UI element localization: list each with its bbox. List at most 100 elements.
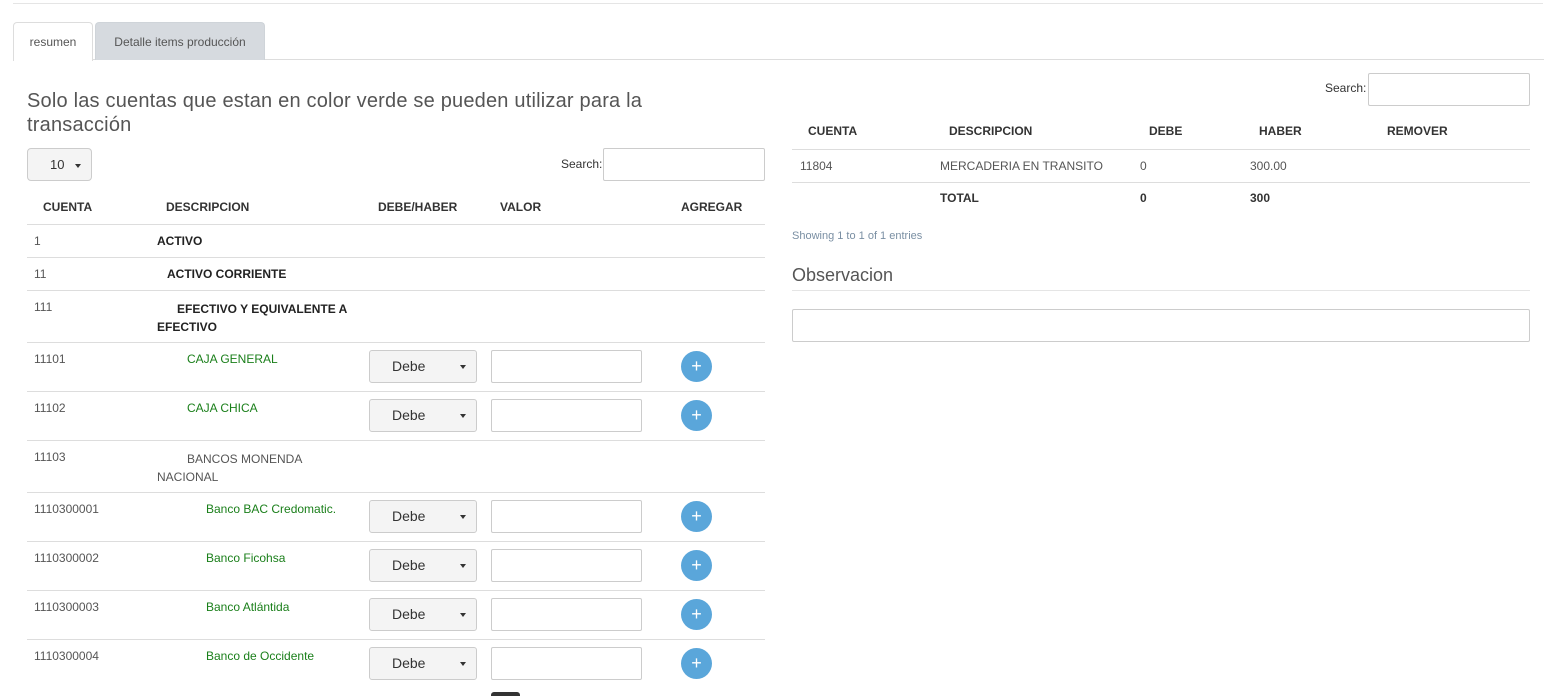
value-input[interactable] xyxy=(491,647,642,680)
caret-down-icon xyxy=(460,564,466,568)
caret-down-icon xyxy=(75,163,82,168)
tab-detalle-items[interactable]: Detalle items producción xyxy=(95,22,265,60)
transaction-search-input[interactable] xyxy=(1368,73,1530,106)
caret-down-icon xyxy=(460,365,466,369)
observacion-input[interactable] xyxy=(792,309,1530,342)
debe-haber-value: Debe xyxy=(392,606,426,622)
add-button[interactable]: + xyxy=(681,501,712,532)
account-description: CAJA CHICA xyxy=(187,401,258,415)
page-length-select[interactable]: 10 xyxy=(27,148,92,181)
caret-down-icon xyxy=(460,613,466,617)
col-descripcion: DESCRIPCION xyxy=(949,124,1033,138)
accounts-table: CUENTA DESCRIPCION DEBE/HABER VALOR AGRE… xyxy=(27,190,765,689)
accounts-search-label: Search: xyxy=(561,157,603,171)
row-cuenta: 11804 xyxy=(800,159,833,173)
col-debe-haber: DEBE/HABER xyxy=(378,200,458,214)
tab-bar: resumen Detalle items producción xyxy=(13,22,1544,61)
top-divider xyxy=(13,3,1543,4)
tab-resumen[interactable]: resumen xyxy=(13,22,93,61)
total-debe: 0 xyxy=(1140,191,1147,205)
value-input[interactable] xyxy=(491,549,642,582)
table-row: 1110300004 Banco de Occidente Debe + xyxy=(27,640,765,689)
account-description: ACTIVO CORRIENTE xyxy=(167,267,287,281)
value-input[interactable] xyxy=(491,500,642,533)
accounts-table-header: CUENTA DESCRIPCION DEBE/HABER VALOR AGRE… xyxy=(27,190,765,225)
debe-haber-select[interactable]: Debe xyxy=(369,399,477,432)
account-code: 11103 xyxy=(34,450,66,464)
row-debe: 0 xyxy=(1140,159,1147,173)
debe-haber-select[interactable]: Debe xyxy=(369,549,477,582)
account-description: Banco Atlántida xyxy=(206,600,290,614)
account-code: 1110300001 xyxy=(34,502,99,516)
col-debe: DEBE xyxy=(1149,124,1183,138)
debe-haber-value: Debe xyxy=(392,358,426,374)
col-agregar: AGREGAR xyxy=(681,200,743,214)
table-row: 1110300003 Banco Atlántida Debe + xyxy=(27,591,765,640)
account-code: 111 xyxy=(34,300,53,314)
account-description: Banco de Occidente xyxy=(206,649,315,663)
add-button[interactable]: + xyxy=(681,400,712,431)
add-button[interactable]: + xyxy=(681,648,712,679)
col-haber: HABER xyxy=(1259,124,1302,138)
add-button[interactable]: + xyxy=(681,351,712,382)
account-code: 1110300003 xyxy=(34,600,99,614)
transaction-search-label: Search: xyxy=(1325,81,1367,95)
debe-haber-value: Debe xyxy=(392,557,426,573)
col-valor: VALOR xyxy=(500,200,542,214)
row-haber: 300.00 xyxy=(1250,159,1287,173)
account-code: 11 xyxy=(34,267,47,281)
observacion-title: Observacion xyxy=(792,265,894,285)
account-description: ACTIVO xyxy=(157,234,203,248)
account-description: Banco Ficohsa xyxy=(206,551,286,565)
table-row: 1110300002 Banco Ficohsa Debe + xyxy=(27,542,765,591)
table-row: 1110300001 Banco BAC Credomatic. Debe + xyxy=(27,493,765,542)
total-row: TOTAL 0 300 xyxy=(792,183,1530,215)
accounts-notice: Solo las cuentas que estan en color verd… xyxy=(27,90,643,136)
page-length-value: 10 xyxy=(50,157,65,172)
table-row: 1 ACTIVO xyxy=(27,225,765,258)
account-description: BANCOS MONENDA NACIONAL xyxy=(157,452,302,484)
debe-haber-select[interactable]: Debe xyxy=(369,647,477,680)
total-label: TOTAL xyxy=(940,191,979,205)
value-input[interactable] xyxy=(491,598,642,631)
table-row: 11102 CAJA CHICA Debe + xyxy=(27,392,765,441)
transaction-table: CUENTA DESCRIPCION DEBE HABER REMOVER 11… xyxy=(792,116,1530,215)
table-row: 11101 CAJA GENERAL Debe + xyxy=(27,343,765,392)
table-row: 11804 MERCADERIA EN TRANSITO 0 300.00 xyxy=(792,150,1530,183)
value-input[interactable] xyxy=(491,399,642,432)
account-description: CAJA GENERAL xyxy=(187,352,278,366)
account-description: Banco BAC Credomatic. xyxy=(206,502,337,516)
col-descripcion: DESCRIPCION xyxy=(166,200,250,214)
col-cuenta: CUENTA xyxy=(43,200,93,214)
table-row: 11103 BANCOS MONENDA NACIONAL xyxy=(27,441,765,493)
account-code: 11101 xyxy=(34,352,66,366)
caret-down-icon xyxy=(460,414,466,418)
account-code: 1 xyxy=(34,234,41,248)
table-info: Showing 1 to 1 of 1 entries xyxy=(792,230,923,242)
value-input[interactable] xyxy=(491,350,642,383)
account-code: 1110300004 xyxy=(34,649,99,663)
accounts-search-input[interactable] xyxy=(603,148,765,181)
account-description: EFECTIVO Y EQUIVALENTE A EFECTIVO xyxy=(157,302,347,334)
transaction-table-header: CUENTA DESCRIPCION DEBE HABER REMOVER xyxy=(792,116,1530,150)
debe-haber-value: Debe xyxy=(392,508,426,524)
row-descripcion: MERCADERIA EN TRANSITO xyxy=(940,159,1103,173)
col-cuenta: CUENTA xyxy=(808,124,858,138)
debe-haber-select[interactable]: Debe xyxy=(369,598,477,631)
add-button[interactable]: + xyxy=(681,550,712,581)
debe-haber-value: Debe xyxy=(392,407,426,423)
debe-haber-select[interactable]: Debe xyxy=(369,500,477,533)
observacion-divider xyxy=(792,290,1530,291)
col-remover: REMOVER xyxy=(1387,124,1448,138)
account-code: 11102 xyxy=(34,401,66,415)
caret-down-icon xyxy=(460,662,466,666)
debe-haber-select[interactable]: Debe xyxy=(369,350,477,383)
add-button[interactable]: + xyxy=(681,599,712,630)
table-row: 111 EFECTIVO Y EQUIVALENTE A EFECTIVO xyxy=(27,291,765,343)
caret-down-icon xyxy=(460,515,466,519)
total-haber: 300 xyxy=(1250,191,1271,205)
debe-haber-value: Debe xyxy=(392,655,426,671)
scroll-to-top-button[interactable] xyxy=(491,692,520,696)
account-code: 1110300002 xyxy=(34,551,99,565)
table-row: 11 ACTIVO CORRIENTE xyxy=(27,258,765,291)
